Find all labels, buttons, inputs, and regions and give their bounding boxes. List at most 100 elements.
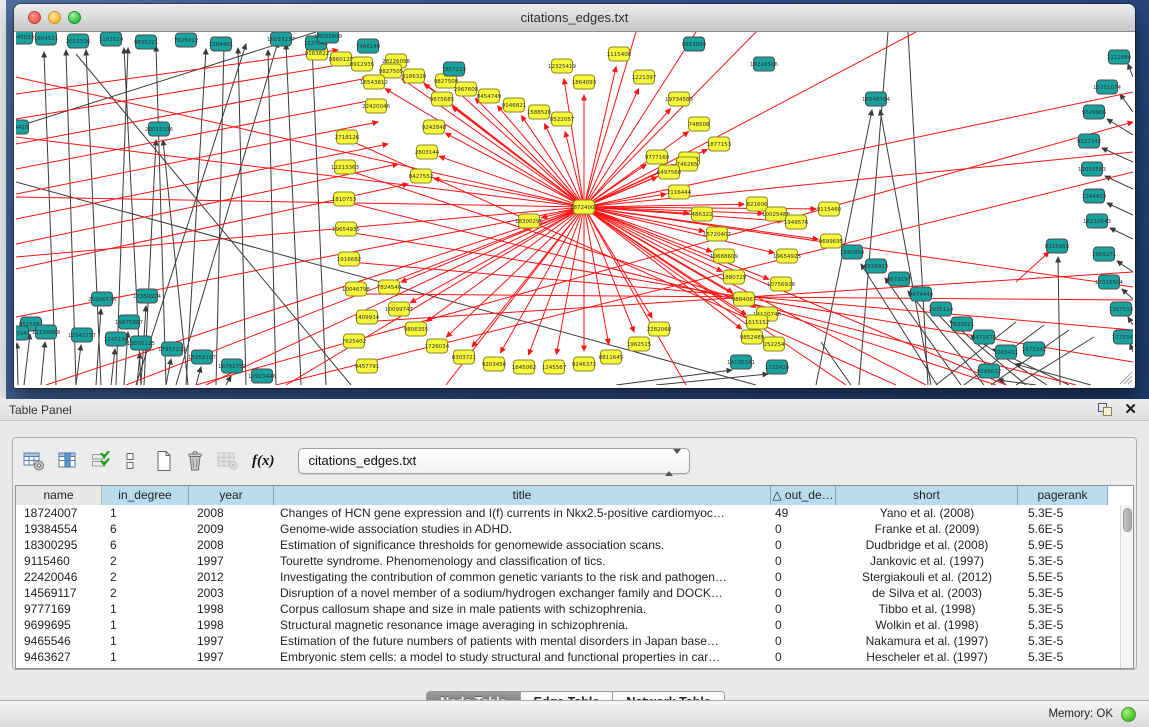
network-node[interactable]: 6679197 — [887, 272, 912, 286]
network-node[interactable]: 7857223 — [442, 62, 467, 76]
network-node[interactable]: 1770345 — [1112, 330, 1133, 344]
network-node[interactable]: 1945033 — [16, 32, 35, 44]
network-node[interactable]: 3915941 — [16, 326, 30, 340]
table-row[interactable]: 1938455462009Genome-wide association stu… — [16, 521, 1120, 537]
table-mode-button[interactable] — [23, 451, 45, 471]
header-cell-out_de[interactable]: △ out_de… — [771, 486, 836, 505]
table-row[interactable]: 946554611997Estimation of the future num… — [16, 633, 1120, 649]
network-node[interactable]: 9146821 — [502, 98, 527, 112]
network-node[interactable]: 16548784 — [862, 92, 890, 106]
network-node[interactable]: 9457791 — [355, 359, 380, 373]
network-node[interactable]: 9242848 — [422, 120, 447, 134]
import-table-button[interactable] — [217, 451, 239, 471]
network-node[interactable]: 19654923 — [773, 249, 801, 263]
network-node[interactable]: 19218506 — [750, 57, 778, 71]
network-node[interactable]: 1221397 — [632, 70, 657, 84]
minimize-window-button[interactable] — [48, 11, 61, 24]
network-node[interactable]: 16543812 — [360, 75, 388, 89]
network-node[interactable]: 10099747 — [385, 302, 413, 316]
network-node[interactable]: 19734583 — [665, 92, 693, 106]
table-select[interactable]: citations_edges.txt — [298, 448, 690, 474]
network-node[interactable]: 9246372 — [572, 357, 597, 371]
network-node[interactable]: 1167533 — [1109, 302, 1133, 316]
network-node[interactable]: 1264401 — [209, 37, 234, 51]
network-node[interactable]: 2282068 — [647, 322, 672, 336]
network-node[interactable]: 17957223 — [158, 342, 186, 356]
network-node[interactable]: 14136141 — [727, 355, 755, 369]
network-node[interactable]: 1640954 — [840, 245, 865, 259]
network-node[interactable]: 12923446 — [248, 369, 276, 383]
header-cell-pagerank[interactable]: pagerank — [1018, 486, 1108, 505]
network-node[interactable]: 1065411 — [994, 345, 1019, 359]
network-node[interactable]: 9245012 — [977, 364, 1002, 378]
function-builder-button[interactable]: f(x) — [252, 453, 275, 470]
network-node[interactable]: 8186328 — [402, 69, 427, 83]
network-node[interactable]: 10046798 — [342, 282, 370, 296]
network-node[interactable]: 2015336 — [66, 34, 91, 48]
network-node[interactable]: 8938923 — [864, 259, 889, 273]
network-node[interactable]: 9227342 — [1077, 134, 1102, 148]
network-window[interactable]: citations_edges.txt 18724007916382288601… — [14, 4, 1135, 388]
network-node[interactable]: 7632621 — [950, 317, 975, 331]
network-node[interactable]: 6497568 — [657, 165, 682, 179]
network-node[interactable]: 17016504 — [1095, 275, 1123, 289]
network-node[interactable]: 1604521 — [34, 32, 59, 45]
network-node[interactable]: 486322 — [692, 207, 713, 221]
network-node[interactable]: 9884067 — [732, 292, 757, 306]
network-node[interactable]: 12942757 — [68, 328, 96, 342]
table-scrollbar[interactable] — [1120, 505, 1133, 668]
network-node[interactable]: 1726034 — [425, 339, 450, 353]
network-node[interactable]: 8522057 — [550, 112, 575, 126]
network-node[interactable]: 19654935 — [332, 222, 360, 236]
zoom-window-button[interactable] — [68, 11, 81, 24]
network-node[interactable]: 9115460 — [817, 202, 842, 216]
network-canvas[interactable]: 1872400791638228860128891293528226058982… — [16, 32, 1133, 385]
header-cell-title[interactable]: title — [274, 486, 771, 505]
float-panel-button[interactable] — [1097, 402, 1113, 422]
network-node[interactable]: 1244413 — [1082, 189, 1107, 203]
network-node[interactable]: 12325419 — [548, 59, 576, 73]
network-node[interactable]: 22420046 — [362, 99, 390, 113]
network-node[interactable]: 17359924 — [133, 289, 161, 303]
network-node[interactable]: 1959271 — [1092, 247, 1117, 261]
network-node[interactable]: 10688609 — [710, 249, 738, 263]
network-node[interactable]: 16033809 — [314, 32, 342, 43]
network-node[interactable]: 9875685 — [430, 92, 455, 106]
network-node[interactable]: 9474444 — [909, 287, 934, 301]
network-node[interactable]: 1409934 — [355, 310, 380, 324]
network-node[interactable]: 1949576 — [784, 215, 809, 229]
window-titlebar[interactable]: citations_edges.txt — [14, 4, 1135, 32]
table-row[interactable]: 977716911998Corpus callosum shape and si… — [16, 601, 1120, 617]
merge-rows-button[interactable] — [124, 451, 136, 471]
network-node[interactable]: 8912935 — [350, 57, 375, 71]
header-cell-year[interactable]: year — [189, 486, 274, 505]
network-node[interactable]: 13505135 — [127, 336, 155, 350]
header-cell-short[interactable]: short — [836, 486, 1018, 505]
network-node[interactable]: 9203456 — [482, 357, 507, 371]
network-node[interactable]: 18724007 — [570, 200, 598, 214]
network-node[interactable]: 2116444 — [667, 185, 692, 199]
network-node[interactable]: 1103524 — [99, 32, 124, 46]
network-node[interactable]: 7925012 — [174, 33, 199, 47]
network-node[interactable]: 1245567 — [542, 360, 567, 374]
network-node[interactable]: 7466140 — [356, 39, 381, 53]
table-row[interactable]: 1872400712008Changes of HCN gene express… — [16, 505, 1120, 521]
network-node[interactable]: 8454749 — [477, 89, 502, 103]
network-node[interactable]: 252254 — [764, 337, 785, 351]
canvas-resize-grip[interactable] — [1120, 372, 1132, 384]
network-node[interactable]: 9699695 — [819, 234, 844, 248]
network-node[interactable]: 8471676 — [972, 330, 997, 344]
network-node[interactable]: 12213363 — [331, 160, 359, 174]
network-node[interactable]: 10756928 — [767, 277, 795, 291]
network-node[interactable]: 1733426 — [765, 360, 790, 374]
table-row[interactable]: 946362711997Embryonic stem cells: a mode… — [16, 649, 1120, 665]
close-window-button[interactable] — [28, 11, 41, 24]
network-node[interactable]: 15751074 — [1093, 80, 1121, 94]
network-svg[interactable]: 1872400791638228860128891293528226058982… — [16, 32, 1133, 385]
network-node[interactable]: 1880729 — [722, 270, 747, 284]
network-node[interactable]: 16210643 — [1083, 214, 1111, 228]
network-node[interactable]: 20206576 — [88, 292, 116, 306]
network-node[interactable]: 7824540 — [377, 280, 402, 294]
network-node[interactable]: 10053237 — [267, 32, 295, 46]
header-cell-name[interactable]: name — [16, 486, 102, 505]
